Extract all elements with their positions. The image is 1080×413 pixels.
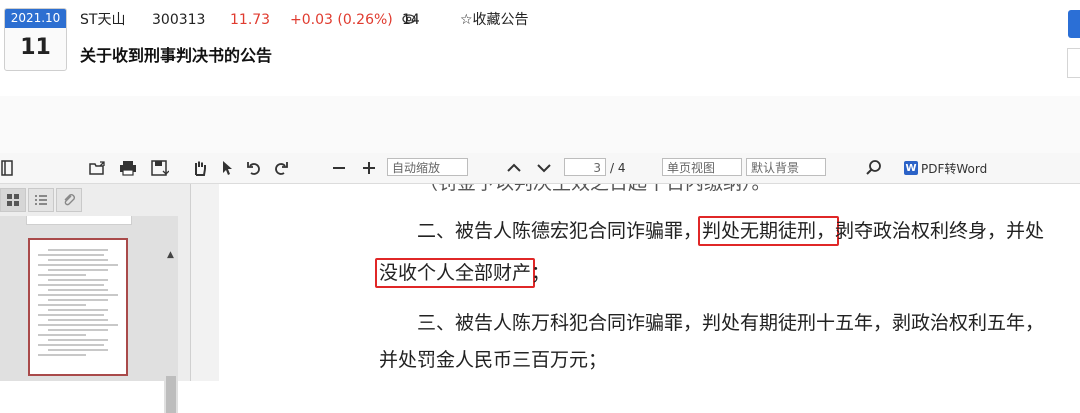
sidebar-tabs (0, 188, 84, 212)
stock-change: +0.03 (0.26%) (290, 12, 393, 28)
view-count-value: 14 (402, 12, 420, 28)
print-icon[interactable] (117, 157, 139, 179)
word-icon: W (904, 161, 918, 175)
prev-page-icon[interactable] (505, 157, 523, 179)
header-divider-band (0, 96, 1080, 153)
search-icon[interactable] (864, 157, 884, 179)
pdf-to-word-button[interactable]: W PDF转Word (904, 158, 987, 178)
highlighted-property-confiscation: 没收个人全部财产 (375, 258, 536, 288)
zoom-select[interactable]: 自动缩放 (387, 158, 468, 176)
document-margin (191, 184, 219, 381)
doc-paragraph-2-line-2: 没收个人全部财产； (375, 258, 551, 288)
highlighted-sentence-life-imprisonment: 判处无期徒刑， (698, 216, 840, 246)
pdf-toolbar: 自动缩放 3 / 4 单页视图 默认背景 W PDF转Word (0, 153, 1080, 184)
stock-price: 11.73 (230, 12, 271, 28)
date-day: 11 (20, 35, 51, 60)
attachments-icon[interactable] (56, 188, 82, 212)
document-page: （罚金予以判决生效之日起十日内缴纳）。 二、被告人陈德宏犯合同诈骗罪，判处无期徒… (219, 184, 1080, 381)
next-page-icon[interactable] (535, 157, 553, 179)
date-year-month: 2021.10 (5, 9, 66, 28)
pdf-to-word-label: PDF转Word (921, 161, 988, 176)
rotate-cw-icon[interactable] (271, 157, 291, 179)
doc-paragraph-2-line-1: 二、被告人陈德宏犯合同诈骗罪，判处无期徒刑，剥夺政治权利终身，并处 (417, 216, 1044, 246)
view-mode-select[interactable]: 单页视图 (662, 158, 742, 176)
doc-paragraph-3-line-1: 三、被告人陈万科犯合同诈骗罪，判处有期徒刑十五年，剥政治权利五年， (417, 312, 1045, 334)
thumbnails-icon[interactable] (0, 188, 26, 212)
zoom-in-icon[interactable] (360, 157, 378, 179)
zoom-out-icon[interactable] (330, 157, 348, 179)
pointer-tool-icon[interactable] (218, 157, 236, 179)
hand-tool-icon[interactable] (190, 157, 210, 179)
page-thumbnail-3[interactable] (28, 238, 128, 376)
doc-paragraph-3-line-2: 并处罚金人民币三百万元； (379, 349, 608, 371)
announcement-header: 2021.10 11 ST天山 300313 11.73 +0.03 (0.26… (0, 0, 1080, 96)
sidebar-toggle-icon[interactable] (0, 157, 14, 179)
doc-line-clipped: （罚金予以判决生效之日起十日内缴纳）。 (419, 184, 771, 198)
date-card: 2021.10 11 (4, 8, 67, 71)
doc-text: ； (531, 262, 551, 284)
scrollbar-thumb[interactable] (166, 376, 176, 413)
rotate-ccw-icon[interactable] (244, 157, 264, 179)
thumbnail-scrollbar[interactable]: ▲ (164, 248, 178, 413)
stock-name[interactable]: ST天山 (80, 10, 125, 30)
thumbnail-sidebar: ▲ (0, 184, 191, 413)
scroll-up-icon[interactable]: ▲ (167, 250, 174, 260)
page-number-input[interactable]: 3 (564, 158, 606, 176)
save-icon[interactable] (149, 157, 171, 179)
secondary-button[interactable] (1067, 48, 1080, 78)
background-select[interactable]: 默认背景 (746, 158, 826, 176)
page-total: / 4 (610, 161, 626, 175)
page-title: 关于收到刑事判决书的公告 (80, 46, 273, 65)
stock-code: 300313 (152, 12, 206, 28)
page-thumbnail-2[interactable] (26, 216, 132, 225)
thumbnail-list[interactable]: ▲ (0, 216, 178, 413)
favorite-button[interactable]: ☆收藏公告 (460, 10, 529, 30)
action-button[interactable] (1068, 10, 1080, 38)
doc-text: 剥夺政治权利终身，并处 (835, 220, 1045, 242)
export-icon[interactable] (86, 157, 108, 179)
outline-icon[interactable] (28, 188, 54, 212)
doc-text: 二、被告人陈德宏犯合同诈骗罪， (417, 220, 703, 242)
